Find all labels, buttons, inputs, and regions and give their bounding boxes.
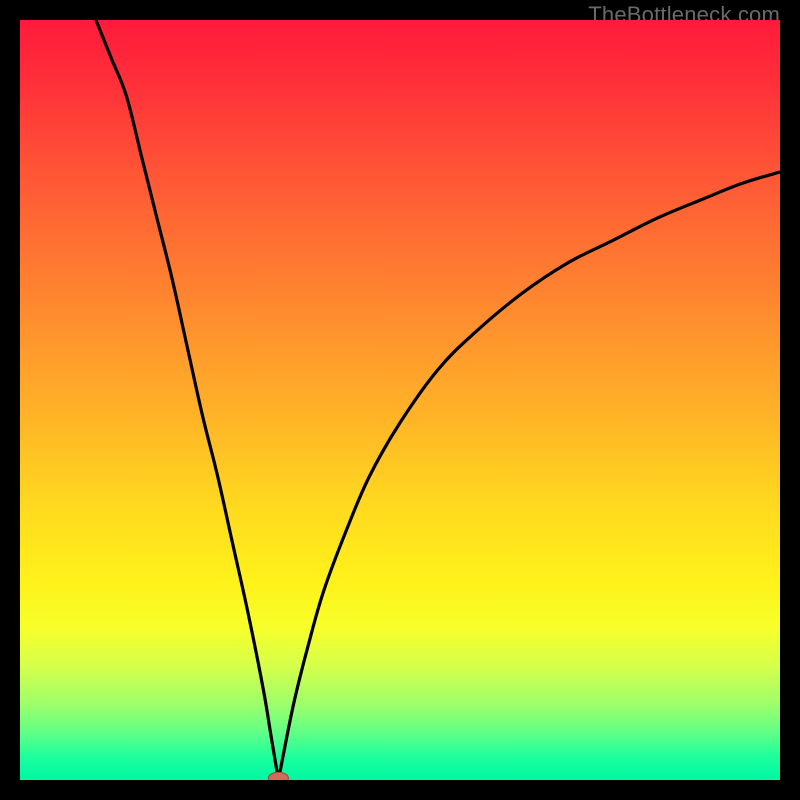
- chart-area: [20, 20, 780, 780]
- bottleneck-curve-plot: [20, 20, 780, 780]
- curve-left-branch: [96, 20, 278, 780]
- curve-right-branch: [278, 172, 780, 780]
- minimum-marker: [268, 772, 288, 780]
